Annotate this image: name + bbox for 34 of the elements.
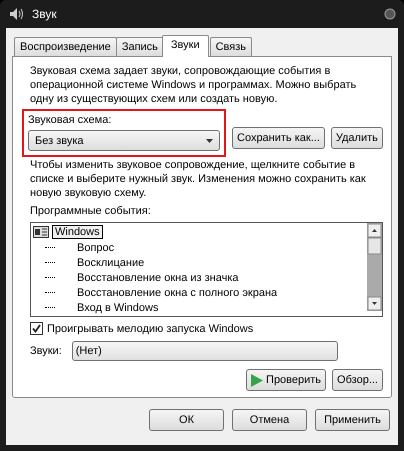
- description-text: Звуковая схема задает звуки, сопровождающие события в операционной системе Windows и программах. Можно выбрать одну из существующих схем или создать новую.: [30, 64, 358, 106]
- dialog-button[interactable]: Отмена: [232, 409, 307, 431]
- scheme-dropdown[interactable]: Без звука: [28, 130, 220, 151]
- scrollbar[interactable]: [367, 223, 382, 311]
- tab[interactable]: Воспроизведение: [14, 37, 117, 56]
- dialog-button[interactable]: ОК: [149, 409, 224, 431]
- dialog-button[interactable]: Применить: [315, 409, 390, 431]
- checkbox[interactable]: [30, 322, 43, 335]
- tab[interactable]: Звуки: [162, 35, 209, 57]
- tab[interactable]: Связь: [210, 37, 252, 56]
- window-title: Звук: [32, 7, 57, 21]
- scheme-label: Звуковая схема:: [28, 114, 112, 126]
- sounds-label: Звуки:: [30, 345, 62, 357]
- tree-item[interactable]: Восстановление окна из значка: [77, 272, 239, 284]
- tree-item[interactable]: Вопрос: [77, 242, 114, 254]
- close-icon[interactable]: [384, 8, 396, 20]
- sounds-dropdown[interactable]: (Нет): [72, 341, 338, 361]
- tree-item[interactable]: Восклицание: [77, 256, 144, 268]
- tree-item[interactable]: Windows: [52, 225, 103, 239]
- hint-text: Чтобы изменить звуковое сопровождение, щелкните событие в списке и выберите нужный звук. Изменения можно сохранить как новую звуковую схему.: [30, 158, 367, 200]
- events-tree[interactable]: Windows Вопрос Восклицание Восстановление окна из значка Восстановление окна с полного экрана Вход в Windows: [30, 222, 383, 317]
- scheme-button[interactable]: Удалить: [330, 127, 383, 149]
- tab[interactable]: Запись: [116, 37, 164, 56]
- dropdown-arrow-icon: [206, 138, 213, 142]
- window-icon: [33, 226, 49, 238]
- play-icon: [251, 374, 264, 386]
- speaker-icon: [8, 6, 24, 22]
- checkbox-label: Проигрывать мелодию запуска Windows: [47, 322, 254, 334]
- tree-item[interactable]: Вход в Windows: [77, 302, 158, 314]
- events-label: Программные события:: [30, 205, 152, 217]
- test-button[interactable]: Проверить: [246, 369, 326, 391]
- browse-button[interactable]: Обзор...: [332, 369, 383, 391]
- scheme-button[interactable]: Сохранить как...: [232, 127, 325, 149]
- tree-item[interactable]: Восстановление окна с полного экрана: [77, 286, 278, 298]
